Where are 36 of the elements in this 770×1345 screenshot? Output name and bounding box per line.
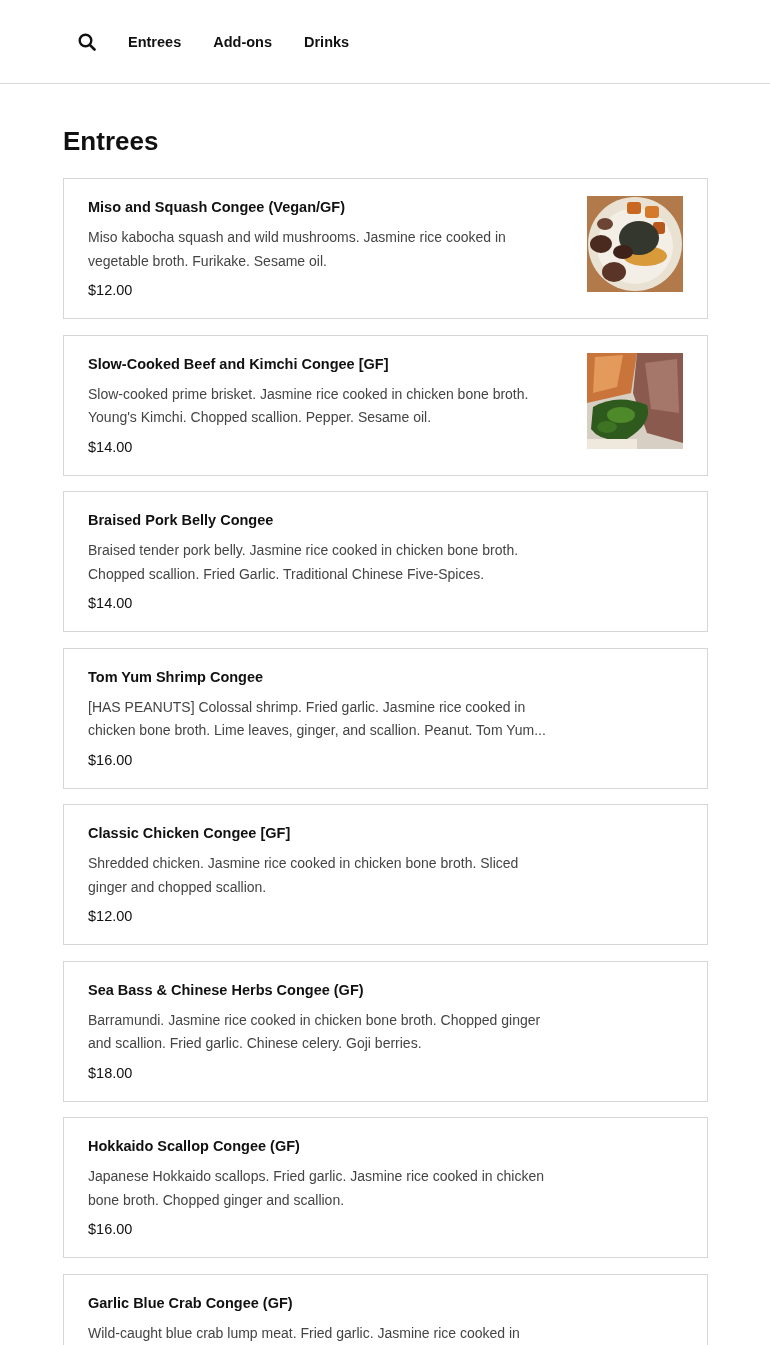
item-name: Slow-Cooked Beef and Kimchi Congee [GF] — [88, 354, 390, 374]
item-name: Sea Bass & Chinese Herbs Congee (GF) — [88, 980, 365, 1000]
item-description: [HAS PEANUTS] Colossal shrimp. Fried garlic. Jasmine rice cooked in chicken bone broth. Lime leaves, ginger, and scallion. Peanut. Tom Yum... — [88, 697, 547, 740]
item-name: Hokkaido Scallop Congee (GF) — [88, 1137, 301, 1156]
item-description: Barramundi. Jasmine rice cooked in chicken bone broth. Chopped ginger and scallion. Fried garlic. Chinese celery. Goji berries. — [88, 1010, 542, 1053]
menu-item-card[interactable]: Braised Pork Belly Congee Braised tender pork belly. Jasmine rice cooked in chicken bone broth. Chopped scallion. Fried Garlic. Traditional Chinese Five-Spices. $14.00 — [63, 491, 708, 632]
section-heading: Entrees — [63, 125, 160, 158]
menu-item-card[interactable]: Slow-Cooked Beef and Kimchi Congee [GF] Slow-cooked prime brisket. Jasmine rice cooked in chicken bone broth. Young's Kimchi. Chopped scallion. Pepper. Sesame oil. $14.00 — [63, 334, 708, 476]
item-price: $16.00 — [88, 1220, 134, 1239]
item-name: Classic Chicken Congee [GF] — [88, 824, 292, 843]
item-description: Shredded chicken. Jasmine rice cooked in chicken bone broth. Sliced ginger and chopped scallion. — [88, 854, 520, 897]
nav-link[interactable]: Drinks — [304, 33, 350, 50]
menu-item-card[interactable]: Sea Bass & Chinese Herbs Congee (GF) Barramundi. Jasmine rice cooked in chicken bone broth. Chopped ginger and scallion. Fried garlic. Chinese celery. Goji berries. $18.00 — [63, 960, 708, 1102]
search-icon[interactable] — [78, 32, 96, 51]
item-description: Wild-caught blue crab lump meat. Fried garlic. Jasmine rice cooked in — [88, 1323, 521, 1343]
item-price: $12.00 — [88, 907, 134, 926]
item-name: Braised Pork Belly Congee — [88, 511, 275, 530]
menu-item-card[interactable]: Tom Yum Shrimp Congee [HAS PEANUTS] Colossal shrimp. Fried garlic. Jasmine rice cooked in chicken bone broth. Lime leaves, ginger, and scallion. Peanut. Tom Yum... $16.00 — [63, 647, 708, 789]
item-price: $16.00 — [88, 750, 134, 770]
menu-item-card[interactable]: Garlic Blue Crab Congee (GF) Wild-caught blue crab lump meat. Fried garlic. Jasmine rice cooked in — [63, 1273, 708, 1345]
menu-item-card[interactable]: Hokkaido Scallop Congee (GF) Japanese Hokkaido scallops. Fried garlic. Jasmine rice cooked in chicken bone broth. Chopped ginger and scallion. $16.00 — [63, 1117, 708, 1258]
item-price: $14.00 — [88, 437, 134, 457]
menu-item-card[interactable]: Classic Chicken Congee [GF] Shredded chicken. Jasmine rice cooked in chicken bone broth. Sliced ginger and chopped scallion. $12.00 — [63, 804, 708, 945]
item-name: Garlic Blue Crab Congee (GF) — [88, 1293, 294, 1313]
item-description: Slow-cooked prime brisket. Jasmine rice cooked in chicken bone broth. Young's Kimchi. Chopped scallion. Pepper. Sesame oil. — [88, 384, 530, 427]
nav-link[interactable]: Add-ons — [213, 33, 272, 50]
item-name: Tom Yum Shrimp Congee — [88, 667, 265, 687]
item-description: Miso kabocha squash and wild mushrooms. Jasmine rice cooked in vegetable broth. Furikake. Sesame oil. — [88, 228, 507, 271]
item-description: Braised tender pork belly. Jasmine rice cooked in chicken bone broth. Chopped scallion. Fried Garlic. Traditional Chinese Five-Spices. — [88, 541, 520, 584]
nav-link[interactable]: Entrees — [128, 33, 182, 50]
item-description: Japanese Hokkaido scallops. Fried garlic. Jasmine rice cooked in chicken bone broth. Chopped ginger and scallion. — [88, 1167, 545, 1210]
item-price: $18.00 — [88, 1063, 134, 1083]
item-name: Miso and Squash Congee (Vegan/GF) — [88, 198, 346, 217]
item-price: $12.00 — [88, 281, 134, 300]
menu-item-card[interactable]: Miso and Squash Congee (Vegan/GF) Miso kabocha squash and wild mushrooms. Jasmine rice cooked in vegetable broth. Furikake. Sesame oil. $12.00 — [63, 178, 708, 319]
item-price: $14.00 — [88, 594, 134, 613]
